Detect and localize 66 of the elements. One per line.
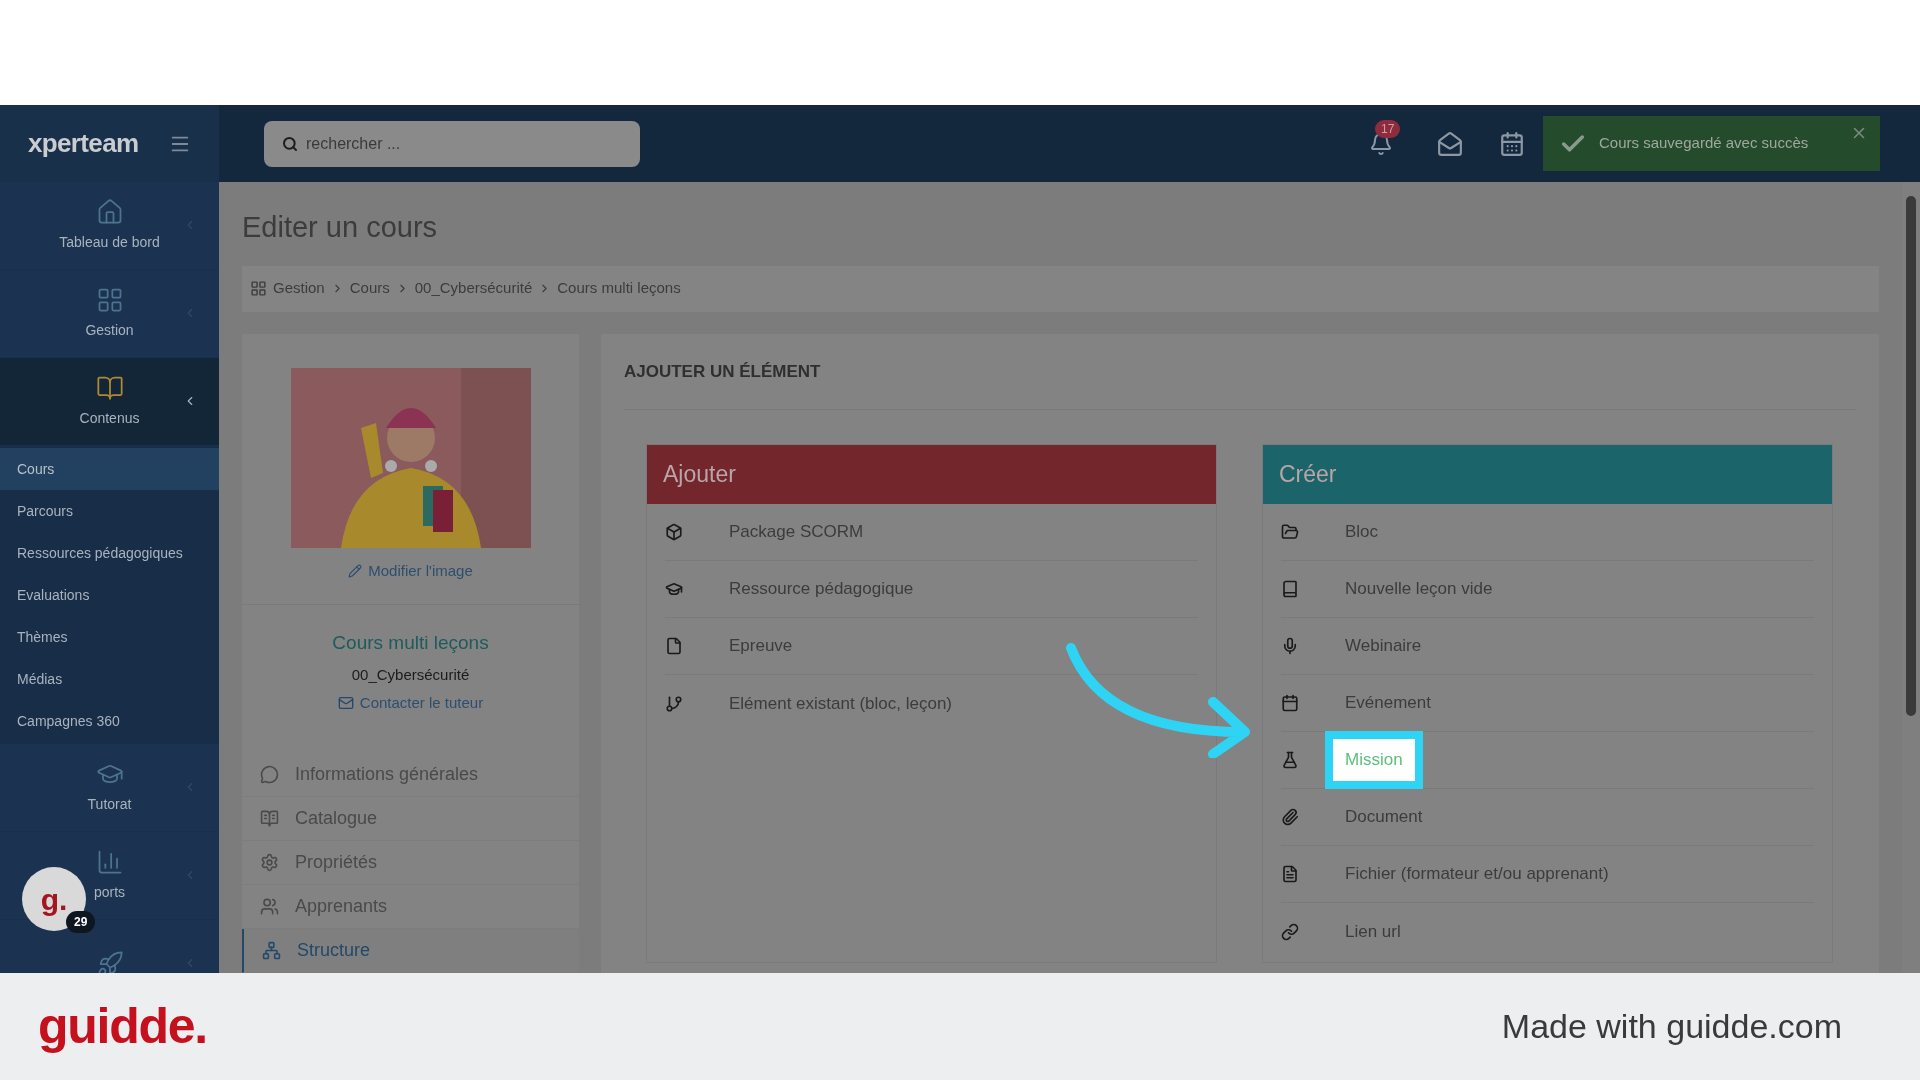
speech-bubble-icon — [260, 764, 279, 784]
pencil-icon — [348, 563, 363, 578]
course-category: 00_Cybersécurité — [351, 664, 470, 685]
panel-title: AJOUTER UN ÉLÉMENT — [624, 333, 1856, 410]
success-toast: Cours sauvegardé avec succès — [1543, 116, 1880, 171]
search-icon — [282, 135, 298, 152]
element-option[interactable]: Ressource pédagogique — [665, 561, 1198, 618]
sidebar-item[interactable]: Ressources pédagogiques — [0, 532, 219, 574]
sidebar-item[interactable]: Evaluations — [0, 574, 219, 616]
file-icon — [1281, 865, 1299, 883]
sidebar-item[interactable]: Parcours — [0, 490, 219, 532]
element-option[interactable]: Bloc — [1281, 504, 1814, 561]
envelope-icon — [337, 695, 354, 712]
edit-image-link[interactable]: Modifier l'image — [348, 559, 473, 582]
course-title: Cours multi leçons — [332, 631, 489, 655]
breadcrumb-link[interactable]: Cours — [349, 277, 390, 300]
breadcrumb-link[interactable]: Gestion — [273, 277, 325, 300]
notification-badge: 17 — [1375, 119, 1401, 138]
grid-icon — [250, 280, 267, 297]
envelope-icon[interactable] — [1437, 130, 1463, 157]
calendar-icon[interactable] — [1499, 130, 1525, 157]
element-option[interactable]: Nouvelle leçon vide — [1281, 561, 1814, 618]
cube-icon — [665, 523, 683, 541]
element-option[interactable]: Webinaire — [1281, 618, 1814, 675]
course-menu-item[interactable]: Structure — [242, 928, 579, 973]
users-icon — [260, 896, 279, 916]
course-menu-item[interactable]: Catalogue — [242, 796, 579, 841]
file-icon — [665, 637, 683, 655]
page-title: Editer un cours — [242, 210, 439, 245]
element-option[interactable]: Document — [1281, 789, 1814, 846]
branch-icon — [665, 694, 683, 713]
course-menu-item[interactable]: Propriétés — [242, 840, 579, 885]
sidebar-item[interactable]: Campagnes 360 — [0, 700, 219, 742]
element-option[interactable]: Fichier (formateur et/ou apprenant) — [1281, 846, 1814, 903]
breadcrumb-link[interactable]: 00_Cybersécurité — [414, 277, 533, 300]
paperclip-icon — [1281, 808, 1299, 826]
microphone-icon — [1281, 637, 1299, 655]
element-option[interactable]: Lien url — [1281, 903, 1814, 960]
element-option[interactable]: Mission — [1281, 732, 1814, 789]
sidebar-item[interactable]: Cours — [0, 448, 219, 490]
link-icon — [1281, 922, 1299, 941]
hierarchy-icon — [262, 940, 281, 960]
element-option[interactable]: Epreuve — [665, 618, 1198, 675]
calendar-icon — [1281, 694, 1299, 712]
group-header: Ajouter — [647, 445, 1216, 504]
guidde-logo: guidde. — [38, 997, 207, 1056]
book-icon — [95, 374, 124, 402]
group-header: Créer — [1263, 445, 1832, 504]
gear-icon — [260, 852, 279, 872]
book-icon — [1281, 580, 1299, 598]
book-icon — [260, 808, 279, 828]
flask-icon — [1281, 751, 1299, 769]
footer-tagline: Made with guidde.com — [1501, 1006, 1842, 1047]
graduation-cap-icon — [665, 580, 683, 598]
sidebar-item[interactable]: Médias — [0, 658, 219, 700]
folder-icon — [1281, 523, 1299, 541]
breadcrumb-link[interactable]: Cours multi leçons — [557, 277, 681, 300]
element-option[interactable]: Package SCORM — [665, 504, 1198, 561]
sidebar-section[interactable]: Contenus — [0, 358, 219, 446]
contact-link[interactable]: Contacter le tuteur — [337, 692, 484, 715]
sidebar-item[interactable]: Thèmes — [0, 616, 219, 658]
logo: xperteam — [28, 127, 139, 160]
course-menu-item[interactable]: Apprenants — [242, 884, 579, 929]
course-menu-item[interactable]: Informations générales — [242, 752, 579, 797]
element-option[interactable]: Elément existant (bloc, leçon) — [665, 675, 1198, 732]
search-field[interactable]: rechercher ... — [264, 120, 640, 167]
